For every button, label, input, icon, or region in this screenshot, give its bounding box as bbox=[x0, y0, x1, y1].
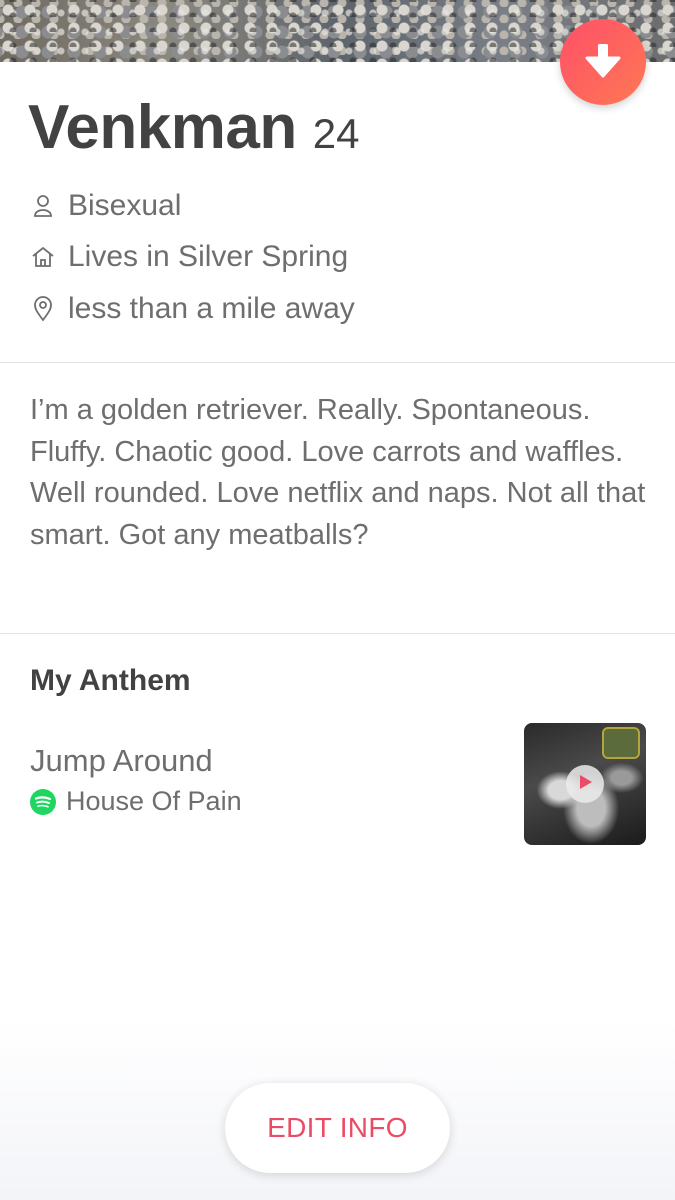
profile-age: 24 bbox=[312, 110, 360, 157]
distance-row: less than a mile away bbox=[30, 292, 355, 326]
orientation-text: Bisexual bbox=[68, 189, 182, 222]
artist-name: House Of Pain bbox=[66, 786, 242, 816]
anthem-section-title: My Anthem bbox=[30, 664, 191, 697]
album-cover-image[interactable] bbox=[524, 723, 646, 845]
person-icon bbox=[30, 193, 56, 219]
home-icon bbox=[30, 244, 56, 270]
bio-text: I’m a golden retriever. Really. Spontane… bbox=[30, 394, 646, 551]
residence-row: Lives in Silver Spring bbox=[30, 240, 348, 274]
profile-name: Venkman bbox=[28, 93, 297, 162]
edit-info-button[interactable]: EDIT INFO bbox=[225, 1083, 450, 1173]
play-button[interactable] bbox=[566, 765, 604, 803]
orientation-row: Bisexual bbox=[30, 189, 181, 223]
residence-text: Lives in Silver Spring bbox=[68, 240, 349, 273]
divider bbox=[0, 633, 675, 634]
album-logo bbox=[602, 727, 640, 759]
name-age-header: Venkman 24 bbox=[28, 92, 359, 163]
artist-row: House Of Pain bbox=[30, 786, 242, 817]
spotify-icon bbox=[30, 788, 56, 815]
play-icon bbox=[576, 773, 594, 796]
distance-text: less than a mile away bbox=[68, 292, 355, 325]
song-title: Jump Around bbox=[30, 743, 213, 778]
divider bbox=[0, 362, 675, 363]
location-pin-icon bbox=[30, 296, 56, 322]
collapse-profile-button[interactable] bbox=[560, 19, 646, 105]
arrow-down-icon bbox=[581, 38, 625, 87]
